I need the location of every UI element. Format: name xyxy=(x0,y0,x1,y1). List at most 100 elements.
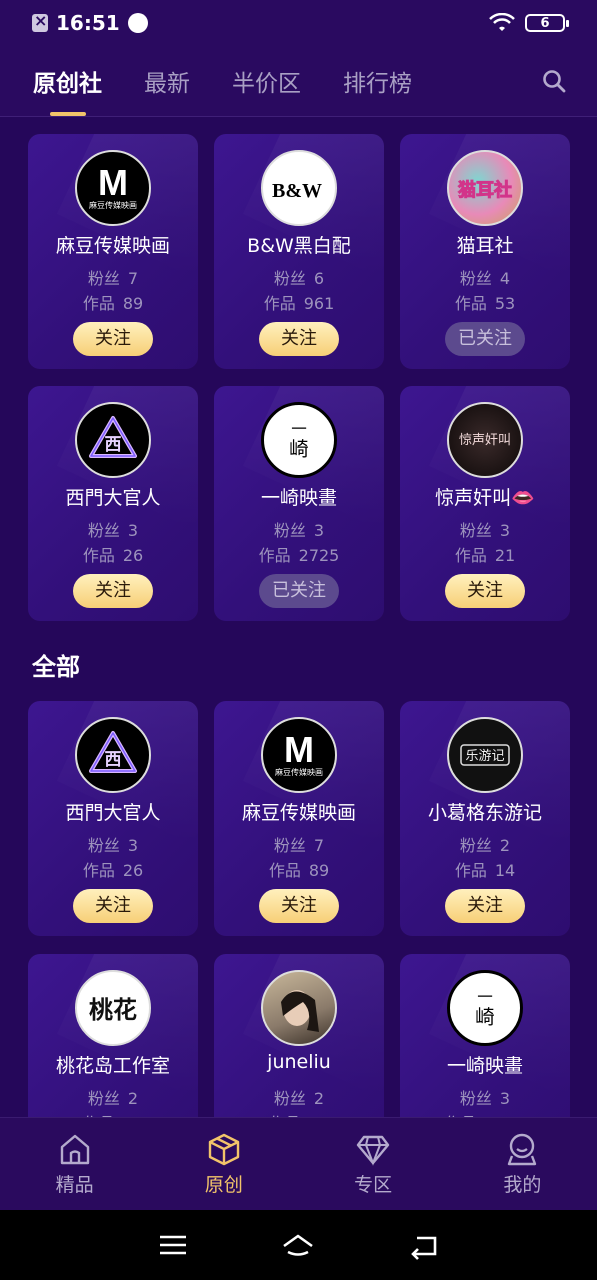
creator-card[interactable]: 西 西門大官人 粉丝 3 作品 26 关注 xyxy=(28,386,198,621)
fans-count: 粉丝 3 xyxy=(87,521,139,540)
works-count: 作品 89 xyxy=(268,861,330,880)
creator-card[interactable]: 一 崎 一崎映畫 粉丝3 作品2725 xyxy=(400,954,570,1117)
svg-text:麻豆传媒映画: 麻豆传媒映画 xyxy=(275,767,323,777)
works-count: 作品 961 xyxy=(263,294,335,313)
avatar-maoer: 猫耳社 xyxy=(447,150,523,226)
works-count: 作品2725 xyxy=(258,546,340,565)
back-icon[interactable] xyxy=(407,1230,441,1260)
works-count: 作品 26 xyxy=(82,861,144,880)
creator-card[interactable]: B&W B&W黑白配 粉丝 6 作品 961 关注 xyxy=(214,134,384,369)
svg-text:西: 西 xyxy=(105,750,122,770)
creator-name: 惊声奸叫👄 xyxy=(435,487,535,509)
top-tabs: 原创社 最新 半价区 排行榜 xyxy=(0,46,597,117)
creator-name: 猫耳社 xyxy=(456,235,514,257)
creator-card[interactable]: 惊声奸叫 惊声奸叫👄 粉丝 3 作品 21 关注 xyxy=(400,386,570,621)
creator-card[interactable]: 一 崎 一崎映畫 粉丝 3 作品 2725 已关注 xyxy=(214,386,384,621)
creator-card[interactable]: 乐游记 小葛格东游记 粉丝 2 作品 14 关注 xyxy=(400,701,570,936)
follow-button[interactable]: 关注 xyxy=(73,574,153,608)
tab-half-price[interactable]: 半价区 xyxy=(232,64,301,98)
search-icon[interactable] xyxy=(541,68,567,94)
home-button-icon[interactable] xyxy=(281,1230,315,1260)
fans-count: 粉丝 4 xyxy=(459,269,511,288)
creator-name: 桃花岛工作室 xyxy=(55,1055,170,1077)
nav-item-featured[interactable]: 精品 xyxy=(0,1118,149,1210)
follow-button[interactable]: 关注 xyxy=(73,322,153,356)
follow-button[interactable]: 关注 xyxy=(445,889,525,923)
nav-item-mine[interactable]: 我的 xyxy=(448,1118,597,1210)
creator-card[interactable]: 猫耳社 猫耳社 粉丝 4 作品 53 已关注 xyxy=(400,134,570,369)
creator-card[interactable]: 西 西門大官人 粉丝 3 作品 26 关注 xyxy=(28,701,198,936)
works-count: 作品 89 xyxy=(82,294,144,313)
nav-label: 精品 xyxy=(55,1174,94,1196)
works-count: 作品13 xyxy=(214,1110,384,1117)
svg-text:西: 西 xyxy=(105,435,122,455)
svg-text:崎: 崎 xyxy=(289,438,308,461)
sim-icon xyxy=(32,11,48,32)
creator-name: 西門大官人 xyxy=(65,487,161,509)
followed-button[interactable]: 已关注 xyxy=(445,322,525,356)
menu-icon[interactable] xyxy=(156,1230,190,1260)
works-count: 作品 53 xyxy=(454,294,516,313)
creator-card[interactable]: juneliu 粉丝2 作品13 xyxy=(214,954,384,1117)
svg-text:M: M xyxy=(284,729,314,770)
creator-card[interactable]: M 麻豆传媒映画 麻豆传媒映画 粉丝 7 作品 89 关注 xyxy=(214,701,384,936)
fans-count: 粉丝 3 xyxy=(459,1089,511,1108)
svg-text:麻豆传媒映画: 麻豆传媒映画 xyxy=(89,200,137,210)
follow-button[interactable]: 关注 xyxy=(259,889,339,923)
fans-count: 粉丝 3 xyxy=(459,521,511,540)
followed-button[interactable]: 已关注 xyxy=(259,574,339,608)
avatar-bw: B&W xyxy=(261,150,337,226)
works-count: 作品 26 xyxy=(82,546,144,565)
creator-name: 麻豆传媒映画 xyxy=(241,802,356,824)
status-bar: 16:51 6 xyxy=(0,0,597,46)
avatar-juneliu xyxy=(261,970,337,1046)
tab-ranking[interactable]: 排行榜 xyxy=(343,64,412,98)
nav-label: 我的 xyxy=(503,1174,542,1196)
fans-count: 粉丝 3 xyxy=(273,521,325,540)
home-icon xyxy=(60,1134,89,1165)
bottom-nav: 精品 原创 专区 我的 xyxy=(0,1117,597,1210)
wifi-icon xyxy=(489,13,515,31)
notification-icon xyxy=(127,13,148,33)
svg-text:崎: 崎 xyxy=(475,1006,494,1029)
nav-item-zone[interactable]: 专区 xyxy=(299,1118,448,1210)
svg-text:B&W: B&W xyxy=(272,180,322,202)
follow-button[interactable]: 关注 xyxy=(445,574,525,608)
nav-label: 专区 xyxy=(354,1174,393,1196)
battery-icon: 6 xyxy=(525,14,569,32)
tab-latest[interactable]: 最新 xyxy=(144,64,190,98)
fans-count: 粉丝 7 xyxy=(87,269,139,288)
follow-button[interactable]: 关注 xyxy=(73,889,153,923)
creator-name: 一崎映畫 xyxy=(260,487,337,509)
creator-card[interactable]: M 麻豆传媒映画 麻豆传媒映画 粉丝 7 作品 89 关注 xyxy=(28,134,198,369)
avatar-ximen: 西 xyxy=(75,717,151,793)
creator-name: 麻豆传媒映画 xyxy=(55,235,170,257)
svg-text:M: M xyxy=(98,162,128,203)
nav-item-original[interactable]: 原创 xyxy=(149,1118,298,1210)
avatar-jingsheng: 惊声奸叫 xyxy=(447,402,523,478)
svg-text:惊声奸叫: 惊声奸叫 xyxy=(459,433,511,448)
creator-name: juneliu xyxy=(267,1051,331,1073)
creator-card[interactable]: 桃花 桃花岛工作室 粉丝2 作品52 xyxy=(28,954,198,1117)
follow-button[interactable]: 关注 xyxy=(259,322,339,356)
fans-count: 粉丝 2 xyxy=(87,1089,139,1108)
tab-original[interactable]: 原创社 xyxy=(33,64,102,116)
avatar-taohua: 桃花 xyxy=(75,970,151,1046)
avatar-yiqi: 一 崎 xyxy=(447,970,523,1046)
box-icon xyxy=(208,1133,240,1166)
creator-name: 一崎映畫 xyxy=(446,1055,523,1077)
svg-text:一: 一 xyxy=(477,988,493,1006)
avatar-ximen: 西 xyxy=(75,402,151,478)
avatar-madou: M 麻豆传媒映画 xyxy=(261,717,337,793)
svg-text:桃花: 桃花 xyxy=(89,995,137,1024)
svg-text:猫耳社: 猫耳社 xyxy=(458,179,512,201)
content-scroll[interactable]: M 麻豆传媒映画 麻豆传媒映画 粉丝 7 作品 89 关注 B&W B&W黑白配 粉… xyxy=(0,117,597,1117)
creator-name: 西門大官人 xyxy=(65,802,161,824)
svg-text:一: 一 xyxy=(291,420,307,438)
diamond-icon xyxy=(356,1135,390,1166)
user-icon xyxy=(508,1133,537,1166)
fans-count: 粉丝 2 xyxy=(459,836,511,855)
avatar-madou: M 麻豆传媒映画 xyxy=(75,150,151,226)
creator-name: B&W黑白配 xyxy=(247,235,351,257)
fans-count: 粉丝 7 xyxy=(273,836,325,855)
